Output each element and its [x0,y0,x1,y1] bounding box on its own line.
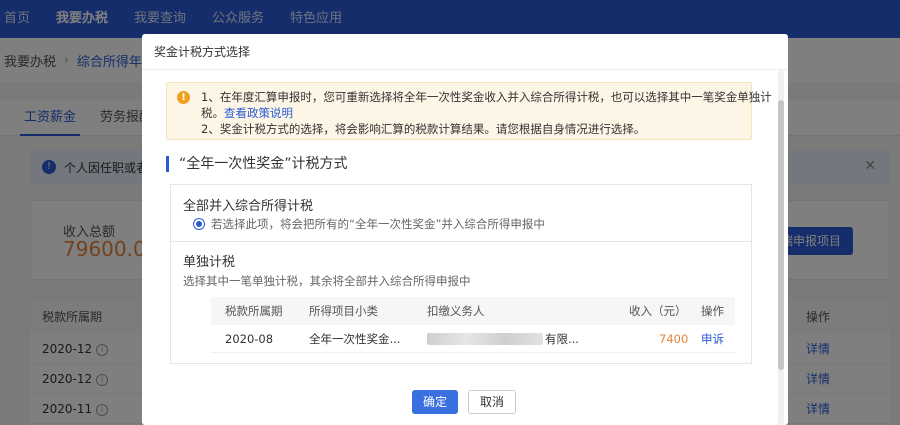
redacted-withholder-name [427,333,543,345]
divider [171,241,751,242]
warning-line-2: 税。 [201,106,224,120]
bonus-tax-method-dialog: 奖金计税方式选择 ! 1、在年度汇算申报时，您可重新选择将全年一次性奖金收入并入… [142,34,788,425]
option-combined-title: 全部并入综合所得计税 [183,199,314,214]
option-combined-radio[interactable] [193,218,205,230]
warning-line-3: 2、奖金计税方式的选择，将会影响汇算的税款计算结果。请您根据自身情况进行选择。 [201,122,646,136]
warning-line-1: 1、在年度汇算申报时，您可重新选择将全年一次性奖金收入并入综合所得计税，也可以选… [201,90,772,104]
header-withholder: 扣缴义务人 [427,304,485,318]
tax-method-options: 全部并入综合所得计税 若选择此项，将会把所有的“全年一次性奖金”并入综合所得申报… [170,184,752,364]
section-title: “全年一次性奖金”计税方式 [166,156,348,172]
row-income: 7400 [659,332,689,346]
header-period: 税款所属期 [225,304,283,318]
appeal-link[interactable]: 申诉 [701,325,724,353]
bonus-table: 税款所属期 所得项目小类 扣缴义务人 收入（元） 操作 2020-08 全年一次… [211,297,735,353]
dialog-title: 奖金计税方式选择 [142,34,788,70]
row-subcategory: 全年一次性奖金... [309,332,401,346]
cancel-button[interactable]: 取消 [468,390,516,414]
header-action: 操作 [701,304,724,318]
warning-icon: ! [177,91,190,104]
option-separate-title: 单独计税 [183,255,236,270]
option-combined-desc[interactable]: 若选择此项，将会把所有的“全年一次性奖金”并入综合所得申报中 [211,216,545,232]
bonus-table-header: 税款所属期 所得项目小类 扣缴义务人 收入（元） 操作 [211,297,735,325]
view-policy-link[interactable]: 查看政策说明 [224,106,293,120]
option-separate-desc: 选择其中一笔单独计税，其余将全部并入综合所得申报中 [183,274,471,288]
dialog-scrollbar[interactable] [778,70,784,425]
row-withholder: 有限... [545,332,579,346]
row-period: 2020-08 [225,332,274,346]
confirm-button[interactable]: 确定 [412,390,458,414]
scrollbar-thumb[interactable] [778,100,784,370]
warning-notice: ! 1、在年度汇算申报时，您可重新选择将全年一次性奖金收入并入综合所得计税，也可… [166,82,772,140]
table-row: 2020-08 全年一次性奖金... 有限... 7400 申诉 [211,325,735,353]
header-subcategory: 所得项目小类 [309,304,378,318]
header-income: 收入（元） [629,304,687,318]
